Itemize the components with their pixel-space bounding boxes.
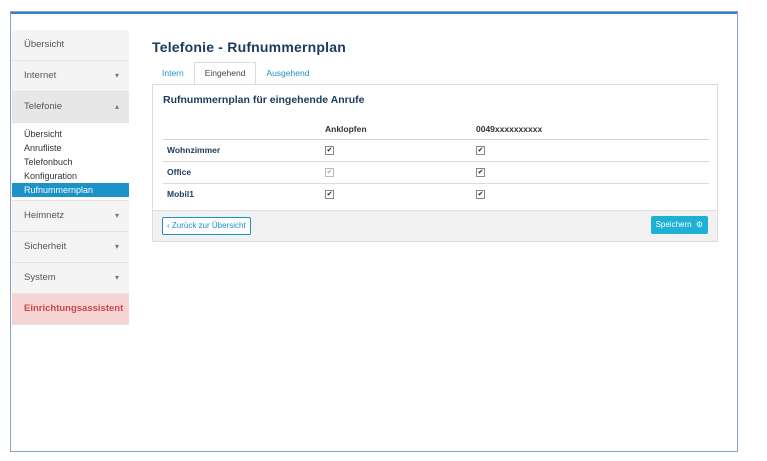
save-button[interactable]: Speichern ⚙: [650, 216, 708, 234]
page-title: Telefonie - Rufnummernplan: [152, 39, 346, 55]
submenu-item-anrufliste[interactable]: Anrufliste: [12, 141, 129, 155]
sidebar: Übersicht Internet ▾ Telefonie ▴ Übersic…: [12, 30, 129, 325]
sidebar-item-label: Internet: [24, 70, 57, 81]
submenu-item-rufnummernplan[interactable]: Rufnummernplan: [12, 183, 129, 197]
sidebar-item-internet[interactable]: Internet ▾: [12, 61, 129, 92]
sidebar-item-label: Übersicht: [24, 39, 65, 50]
number-checkbox[interactable]: ✔: [476, 168, 485, 178]
table-row: Wohnzimmer ✔ ✔: [163, 140, 709, 162]
sidebar-item-label: Sicherheit: [24, 241, 67, 252]
gear-icon: ⚙: [695, 220, 703, 229]
panel-title: Rufnummernplan für eingehende Anrufe: [163, 94, 365, 106]
chevron-down-icon: ▾: [114, 211, 119, 220]
submenu-item-konfiguration[interactable]: Konfiguration: [12, 169, 129, 183]
chevron-down-icon: ▾: [114, 242, 119, 251]
row-name: Mobil1: [167, 189, 194, 199]
number-plan-table: Anklopfen 0049xxxxxxxxxx Wohnzimmer ✔ ✔ …: [163, 119, 709, 205]
anklopfen-checkbox[interactable]: ✔: [325, 190, 334, 200]
submenu-item-uebersicht[interactable]: Übersicht: [12, 127, 129, 141]
column-header-number: 0049xxxxxxxxxx: [476, 124, 543, 134]
row-name: Office: [167, 167, 192, 177]
table-row: Mobil1 ✔ ✔: [163, 184, 709, 205]
chevron-down-icon: ▾: [114, 71, 119, 80]
number-checkbox[interactable]: ✔: [476, 146, 485, 156]
content-panel: Rufnummernplan für eingehende Anrufe Ank…: [152, 84, 718, 242]
app-window: Übersicht Internet ▾ Telefonie ▴ Übersic…: [10, 11, 738, 452]
sidebar-item-label: Telefonie: [24, 101, 63, 112]
save-button-label: Speichern: [655, 220, 692, 229]
tab-bar: Intern Eingehend Ausgehend: [152, 62, 319, 85]
back-to-overview-button[interactable]: ‹ Zurück zur Übersicht: [162, 217, 251, 235]
sidebar-item-heimnetz[interactable]: Heimnetz ▾: [12, 201, 129, 232]
panel-footer: ‹ Zurück zur Übersicht Speichern ⚙: [153, 210, 717, 241]
sidebar-item-uebersicht[interactable]: Übersicht: [12, 30, 129, 61]
tab-ausgehend[interactable]: Ausgehend: [256, 62, 319, 84]
sidebar-item-einrichtungsassistent[interactable]: Einrichtungsassistent: [12, 294, 129, 325]
sidebar-item-label: System: [24, 272, 56, 283]
sidebar-item-telefonie[interactable]: Telefonie ▴: [12, 92, 129, 123]
table-row: Office ✔ ✔: [163, 162, 709, 184]
tab-eingehend[interactable]: Eingehend: [193, 62, 257, 85]
number-checkbox[interactable]: ✔: [476, 190, 485, 200]
chevron-down-icon: ▾: [114, 273, 119, 282]
chevron-up-icon: ▴: [114, 102, 119, 111]
tab-intern[interactable]: Intern: [152, 62, 194, 84]
anklopfen-checkbox[interactable]: ✔: [325, 146, 334, 156]
sidebar-item-sicherheit[interactable]: Sicherheit ▾: [12, 232, 129, 263]
sidebar-item-system[interactable]: System ▾: [12, 263, 129, 294]
anklopfen-checkbox[interactable]: ✔: [325, 168, 334, 178]
row-name: Wohnzimmer: [167, 145, 221, 155]
top-accent-line: [11, 12, 737, 14]
sidebar-item-label: Einrichtungsassistent: [24, 303, 124, 314]
table-header: Anklopfen 0049xxxxxxxxxx: [163, 119, 709, 140]
column-header-anklopfen: Anklopfen: [325, 124, 367, 134]
sidebar-item-label: Heimnetz: [24, 210, 65, 221]
telefonie-submenu: Übersicht Anrufliste Telefonbuch Konfigu…: [12, 123, 129, 201]
submenu-item-telefonbuch[interactable]: Telefonbuch: [12, 155, 129, 169]
